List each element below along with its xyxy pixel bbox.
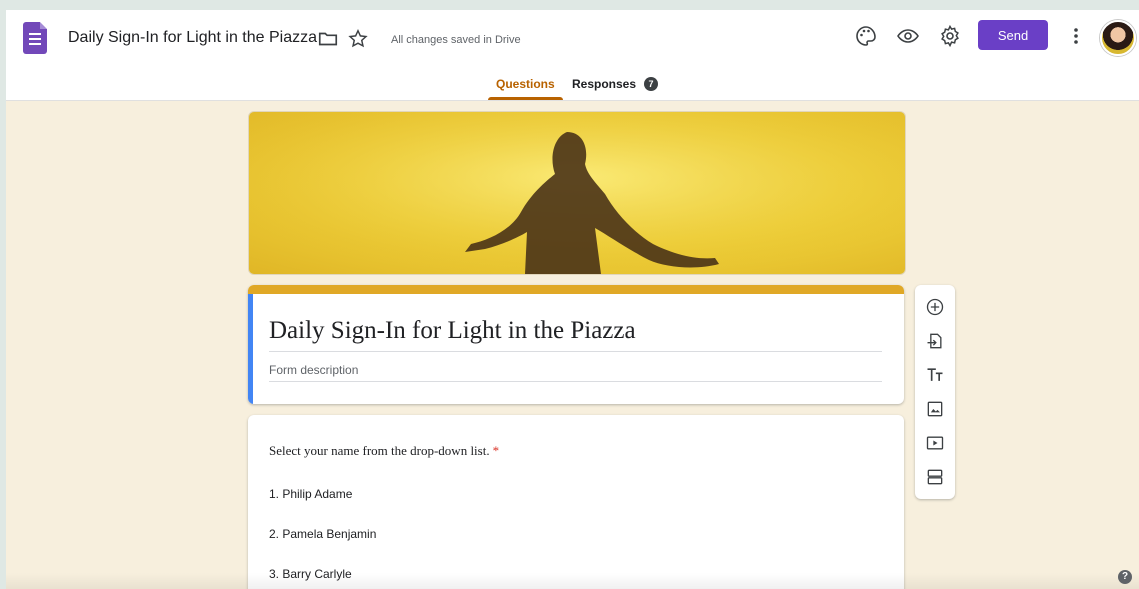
add-section-icon[interactable] — [925, 467, 945, 487]
responses-count-badge: 7 — [644, 77, 659, 91]
dropdown-option[interactable]: 1. Philip Adame — [269, 487, 352, 501]
import-questions-icon[interactable] — [925, 331, 945, 351]
question-card[interactable]: Select your name from the drop-down list… — [248, 415, 904, 589]
form-title[interactable]: Daily Sign-In for Light in the Piazza — [269, 317, 882, 352]
add-image-icon[interactable] — [925, 399, 945, 419]
avatar[interactable] — [1100, 20, 1136, 56]
folder-icon[interactable] — [317, 28, 339, 50]
save-status: All changes saved in Drive — [391, 34, 521, 46]
tab-responses[interactable]: Responses 7 — [572, 77, 659, 91]
dropdown-option[interactable]: 2. Pamela Benjamin — [269, 527, 376, 541]
question-text: Select your name from the drop-down list… — [269, 443, 490, 458]
palette-icon[interactable] — [854, 24, 878, 48]
bottom-shadow — [6, 573, 1139, 589]
add-question-icon[interactable] — [925, 297, 945, 317]
forms-app-icon-lines — [29, 33, 41, 48]
active-card-indicator — [248, 294, 253, 404]
question-title[interactable]: Select your name from the drop-down list… — [269, 443, 499, 459]
form-title-card[interactable]: Daily Sign-In for Light in the Piazza Fo… — [248, 285, 904, 404]
tab-responses-label: Responses — [572, 77, 637, 91]
tab-questions[interactable]: Questions — [488, 77, 563, 100]
document-title[interactable]: Daily Sign-In for Light in the Piazza — [68, 29, 317, 47]
send-button[interactable]: Send — [978, 20, 1048, 50]
add-title-icon[interactable] — [925, 365, 945, 385]
app-window: Daily Sign-In for Light in the Piazza Al… — [6, 10, 1139, 589]
star-icon[interactable] — [347, 28, 369, 50]
floating-toolbar — [915, 285, 955, 499]
gear-icon[interactable] — [938, 24, 962, 48]
required-asterisk: * — [492, 443, 500, 458]
forms-app-icon-fold — [40, 22, 47, 29]
more-vert-icon[interactable] — [1066, 24, 1086, 48]
theme-accent-bar — [248, 285, 904, 294]
header-image — [248, 111, 906, 275]
add-video-icon[interactable] — [925, 433, 945, 453]
forms-app-icon[interactable] — [23, 22, 47, 54]
form-description-field[interactable]: Form description — [269, 363, 882, 382]
eye-icon[interactable] — [896, 24, 920, 48]
help-icon[interactable]: ? — [1118, 570, 1132, 584]
top-bar: Daily Sign-In for Light in the Piazza Al… — [6, 10, 1139, 101]
form-tabs: Questions Responses 7 — [6, 72, 1139, 100]
